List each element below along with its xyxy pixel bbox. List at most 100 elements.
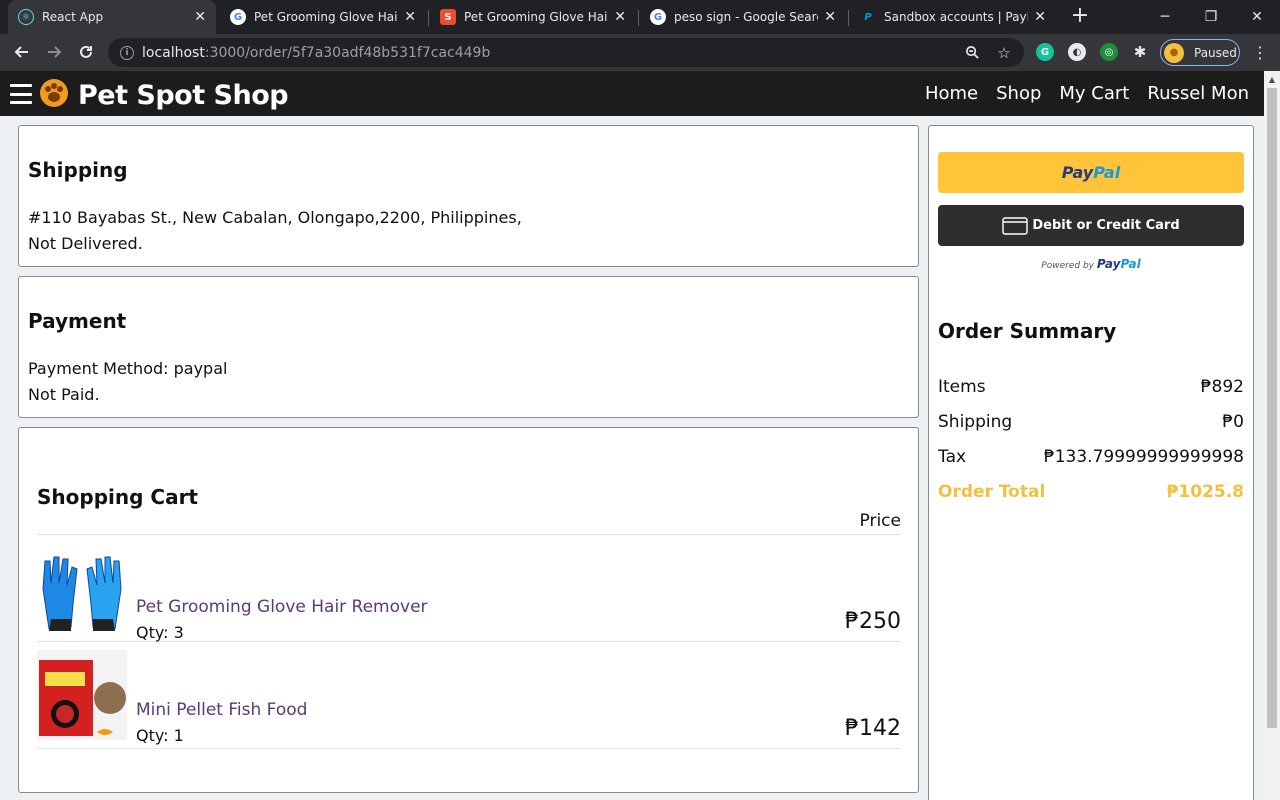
browser-toolbar: i localhost:3000/order/5f7a30adf48b531f7… (0, 34, 1280, 71)
summary-tax-row: Tax ₱133.79999999999998 (938, 447, 1244, 467)
url-host: localhost (142, 44, 205, 61)
tab-title: Sandbox accounts | PayPal D (884, 10, 1028, 24)
tab-separator (638, 10, 639, 26)
summary-value: ₱133.79999999999998 (1043, 447, 1244, 467)
price-column-header: Price (859, 511, 901, 531)
bookmark-star-icon[interactable]: ☆ (992, 38, 1016, 67)
powered-by-text: Powered by (1041, 261, 1094, 271)
shipping-address: #110 Bayabas St., New Cabalan, Olongapo,… (28, 208, 522, 227)
new-tab-icon[interactable]: + (1068, 4, 1092, 28)
summary-shipping-row: Shipping ₱0 (938, 412, 1244, 432)
cart-heading: Shopping Cart (37, 485, 198, 509)
paypal-icon: P (864, 11, 872, 23)
card-button-label: Debit or Credit Card (1032, 218, 1180, 233)
back-arrow-icon[interactable] (8, 38, 36, 66)
tab-separator (428, 10, 429, 26)
summary-total-row: Order Total ₱1025.8 (938, 482, 1244, 502)
summary-label: Shipping (938, 412, 1013, 432)
address-bar[interactable]: i localhost:3000/order/5f7a30adf48b531f7… (108, 38, 1024, 67)
shopping-cart-card: Shopping Cart Price Pet Grooming Glove H… (18, 427, 919, 793)
pet-logo-icon (40, 79, 68, 107)
reload-icon[interactable] (72, 38, 100, 66)
extension-c-icon[interactable]: ◐ (1068, 43, 1086, 61)
order-total-value: ₱1025.8 (1166, 482, 1244, 502)
cart-item-price: ₱250 (845, 609, 901, 634)
cart-item-name-link[interactable]: Pet Grooming Glove Hair Remover (136, 597, 428, 617)
order-total-label: Order Total (938, 482, 1046, 502)
hamburger-menu-icon[interactable] (10, 84, 32, 104)
paypal-wordmark: PayPal (1096, 257, 1141, 271)
summary-value: ₱0 (1222, 412, 1244, 432)
more-vert-icon[interactable]: ⋮ (1250, 38, 1270, 66)
cart-header-row: Price (37, 508, 901, 535)
browser-tab-glove-2[interactable]: S Pet Grooming Glove Hair Re ✕ (430, 0, 636, 34)
extension-target-icon[interactable]: ◎ (1100, 43, 1118, 61)
forward-arrow-icon[interactable] (40, 38, 68, 66)
close-tab-icon[interactable]: ✕ (614, 9, 626, 25)
page-scrollbar[interactable]: ▲ (1264, 71, 1280, 800)
site-info-icon[interactable]: i (120, 45, 134, 60)
summary-value: ₱892 (1200, 377, 1244, 397)
debit-credit-card-button[interactable]: Debit or Credit Card (938, 205, 1244, 246)
window-close-icon[interactable]: ✕ (1234, 0, 1280, 34)
url-path: :3000/order/5f7a30adf48b531f7cac449b (204, 44, 491, 61)
paypal-logo: PayPal (1061, 163, 1121, 182)
payment-heading: Payment (28, 309, 127, 333)
shipping-card: Shipping #110 Bayabas St., New Cabalan, … (18, 125, 919, 267)
extensions-puzzle-icon[interactable]: ✱ (1131, 43, 1149, 61)
nav-user-link[interactable]: Russel Mon (1147, 83, 1249, 104)
glove-product-image[interactable] (37, 549, 127, 639)
tab-separator (848, 10, 849, 26)
profile-button[interactable]: ● Paused (1160, 39, 1240, 66)
summary-label: Items (938, 377, 986, 397)
profile-status: Paused (1194, 45, 1237, 60)
scrollbar-thumb[interactable] (1267, 88, 1277, 728)
shopee-icon: S (440, 9, 456, 25)
google-icon: G (230, 9, 246, 25)
minimize-icon[interactable]: ─ (1142, 0, 1188, 34)
nav-shop-link[interactable]: Shop (996, 83, 1041, 104)
credit-card-icon (1002, 216, 1029, 235)
close-tab-icon[interactable]: ✕ (824, 9, 836, 25)
shipping-heading: Shipping (28, 158, 128, 182)
nav-home-link[interactable]: Home (925, 83, 978, 104)
fish-food-product-image[interactable] (37, 650, 127, 740)
site-brand[interactable]: Pet Spot Shop (78, 80, 289, 111)
nav-my-cart-link[interactable]: My Cart (1059, 83, 1129, 104)
close-tab-icon[interactable]: ✕ (1034, 9, 1046, 25)
browser-tab-strip: ⚛ React App ✕ G Pet Grooming Glove Hair … (0, 0, 1280, 34)
browser-tab-peso-search[interactable]: G peso sign - Google Search ✕ (640, 0, 846, 34)
payment-status: Not Paid. (28, 385, 100, 404)
restore-icon[interactable]: ❐ (1188, 0, 1234, 34)
page-viewport: Pet Spot Shop Home Shop My Cart Russel M… (0, 71, 1280, 800)
react-logo-icon: ⚛ (18, 9, 34, 25)
cart-item-qty: Qty: 3 (136, 623, 184, 642)
paypal-button[interactable]: PayPal (938, 152, 1244, 193)
shipping-status: Not Delivered. (28, 234, 143, 253)
browser-tab-react-app[interactable]: ⚛ React App ✕ (8, 0, 216, 34)
zoom-icon[interactable] (960, 38, 984, 67)
cart-item-row: Mini Pellet Fish Food Qty: 1 ₱142 (37, 650, 901, 749)
tab-title: Pet Grooming Glove Hair Re (464, 10, 608, 24)
order-summary-card: PayPal Debit or Credit Card Powered by P… (928, 125, 1254, 800)
cart-item-price: ₱142 (845, 716, 901, 741)
cart-item-name-link[interactable]: Mini Pellet Fish Food (136, 700, 307, 720)
top-nav: Home Shop My Cart Russel Mon (925, 83, 1249, 104)
payment-method: Payment Method: paypal (28, 359, 228, 378)
payment-card: Payment Payment Method: paypal Not Paid. (18, 276, 919, 418)
cart-item-qty: Qty: 1 (136, 726, 184, 745)
grammarly-icon[interactable]: G (1036, 43, 1054, 61)
site-header: Pet Spot Shop Home Shop My Cart Russel M… (0, 71, 1264, 116)
avatar: ● (1164, 42, 1184, 63)
tab-title: React App (42, 10, 104, 24)
scroll-up-arrow-icon[interactable]: ▲ (1264, 71, 1280, 87)
summary-label: Tax (938, 447, 967, 467)
tab-title: Pet Grooming Glove Hair Re (254, 10, 398, 24)
browser-tab-glove-1[interactable]: G Pet Grooming Glove Hair Re ✕ (220, 0, 426, 34)
close-tab-icon[interactable]: ✕ (404, 9, 416, 25)
browser-tab-paypal-sandbox[interactable]: P Sandbox accounts | PayPal D ✕ (850, 0, 1056, 34)
close-tab-icon[interactable]: ✕ (194, 9, 206, 25)
cart-item-row: Pet Grooming Glove Hair Remover Qty: 3 ₱… (37, 547, 901, 642)
tab-title: peso sign - Google Search (674, 10, 819, 24)
powered-by-paypal: Powered by PayPal (929, 257, 1253, 271)
